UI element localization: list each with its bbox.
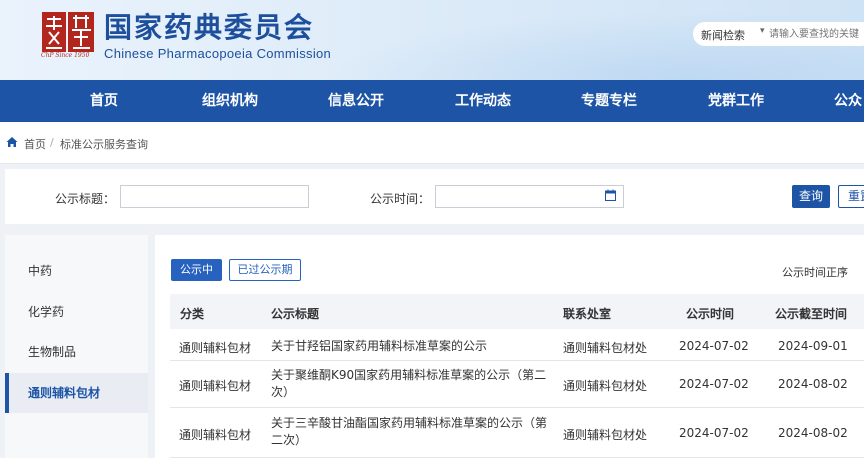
column-header-date: 公示时间 <box>686 307 735 321</box>
column-header-deadline: 公示截至时间 <box>775 307 848 321</box>
nav-item-info-disclosure[interactable]: 信息公开 <box>328 80 384 122</box>
row-deadline: 2024-08-02 <box>778 426 848 440</box>
row-title-link[interactable]: 关于三辛酸甘油酯国家药用辅料标准草案的公示（第二次） <box>271 415 551 449</box>
nav-item-home[interactable]: 首页 <box>90 80 118 122</box>
nav-item-public[interactable]: 公众 <box>834 80 862 122</box>
calendar-icon[interactable] <box>605 189 616 201</box>
chevron-down-icon[interactable]: ▾ <box>760 26 765 36</box>
sidebar-item-biologics[interactable]: 生物制品 <box>5 332 148 372</box>
site-title[interactable]: 国家药典委员会 <box>104 6 314 46</box>
sidebar-item-tcm[interactable]: 中药 <box>5 251 148 291</box>
row-date: 2024-07-02 <box>679 426 749 440</box>
search-input[interactable] <box>769 25 864 43</box>
row-category: 通则辅料包材 <box>179 379 252 393</box>
news-search-box: 新闻检索 ▾ <box>693 22 864 46</box>
sort-toggle[interactable]: 公示时间正序 <box>782 264 848 280</box>
row-dept: 通则辅料包材处 <box>563 379 648 393</box>
nav-item-party-work[interactable]: 党群工作 <box>708 80 764 122</box>
tab-expired[interactable]: 已过公示期 <box>229 259 301 281</box>
breadcrumb-current: 标准公示服务查询 <box>60 138 148 151</box>
reset-button[interactable]: 重置 <box>838 185 864 208</box>
logo-caption: ChP Since 1950 <box>41 52 90 59</box>
nav-item-work-news[interactable]: 工作动态 <box>455 80 511 122</box>
title-filter-input[interactable] <box>120 185 309 208</box>
row-date: 2024-07-02 <box>679 339 749 353</box>
nav-item-organization[interactable]: 组织机构 <box>202 80 258 122</box>
column-header-category: 分类 <box>180 307 205 321</box>
column-header-title: 公示标题 <box>271 307 320 321</box>
breadcrumb-home-link[interactable]: 首页 <box>24 136 46 152</box>
row-category: 通则辅料包材 <box>179 341 252 355</box>
row-deadline: 2024-08-02 <box>778 377 848 391</box>
row-title-link[interactable]: 关于甘羟铝国家药用辅料标准草案的公示 <box>271 338 551 355</box>
time-filter-input[interactable] <box>435 185 624 208</box>
home-icon[interactable] <box>6 136 18 148</box>
time-filter-label: 公示时间： <box>370 192 431 206</box>
row-category: 通则辅料包材 <box>179 428 252 442</box>
query-button[interactable]: 查询 <box>792 185 830 208</box>
row-title-link[interactable]: 关于聚维酮K90国家药用辅料标准草案的公示（第二次） <box>271 367 551 401</box>
search-category-select[interactable]: 新闻检索 <box>701 27 745 43</box>
row-dept: 通则辅料包材处 <box>563 428 648 442</box>
sidebar-item-general-excipients[interactable]: 通则辅料包材 <box>5 373 148 413</box>
site-subtitle: Chinese Pharmacopoeia Commission <box>104 46 332 61</box>
row-date: 2024-07-02 <box>679 377 749 391</box>
main-nav: 首页 组织机构 信息公开 工作动态 专题专栏 党群工作 公众 <box>0 80 864 122</box>
row-dept: 通则辅料包材处 <box>563 341 648 355</box>
column-header-dept: 联系处室 <box>563 307 612 321</box>
row-deadline: 2024-09-01 <box>778 339 848 353</box>
sidebar-item-chemical-drugs[interactable]: 化学药 <box>5 292 148 332</box>
title-filter-label: 公示标题： <box>55 192 116 206</box>
nav-item-special-topics[interactable]: 专题专栏 <box>581 80 637 122</box>
tab-in-publicity[interactable]: 公示中 <box>171 259 222 281</box>
breadcrumb-separator: / <box>50 136 54 149</box>
